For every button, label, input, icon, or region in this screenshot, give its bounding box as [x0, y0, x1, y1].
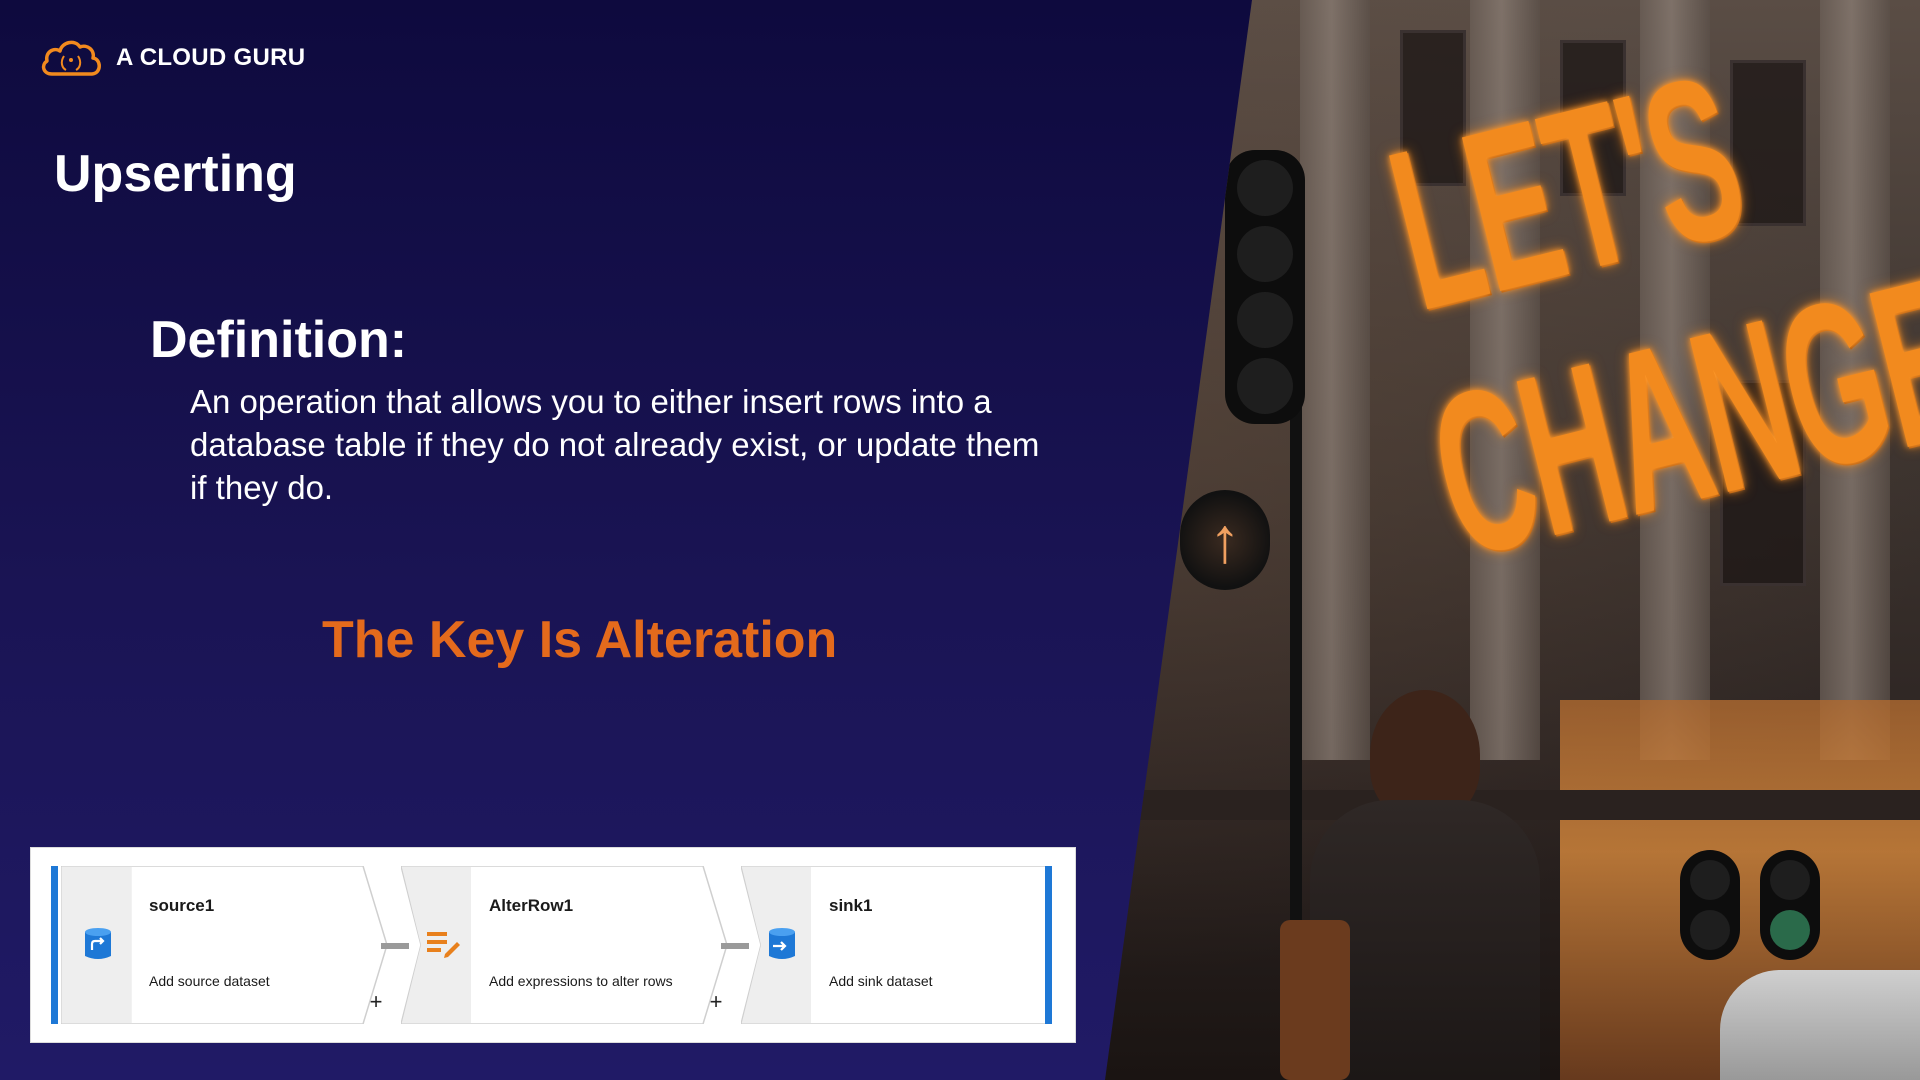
pipeline-right-edge [1045, 866, 1052, 1024]
definition-heading: Definition: [150, 311, 408, 369]
node-name: sink1 [829, 896, 873, 915]
node-name: source1 [149, 896, 215, 915]
slide: ↑ LET'S CHANGE A CLOUD GURU Upserting De… [0, 0, 1920, 1080]
pipeline-node-source[interactable]: source1 Add source dataset [61, 866, 391, 1024]
key-line: The Key Is Alteration [322, 611, 838, 669]
node-name: AlterRow1 [489, 896, 574, 915]
brand: A CLOUD GURU [38, 36, 305, 80]
node-description[interactable]: Add sink dataset [829, 973, 933, 989]
taxi [1720, 970, 1920, 1080]
data-flow-pipeline: source1 Add source dataset + AlterRow1 A… [30, 847, 1076, 1043]
traffic-light [1225, 150, 1305, 424]
pipeline-node-sink[interactable]: sink1 Add sink dataset [741, 866, 1051, 1024]
pipeline-node-alterrow[interactable]: AlterRow1 Add expressions to alter rows [401, 866, 731, 1024]
brand-name: A CLOUD GURU [116, 44, 306, 71]
slide-title: Upserting [54, 145, 297, 203]
definition-body: An operation that allows you to either i… [190, 383, 1040, 506]
cloud-logo-icon [41, 40, 101, 76]
add-transform-button[interactable]: + [706, 991, 726, 1013]
neon-sign: LET'S CHANGE [1300, 0, 1920, 642]
person-figure [1280, 690, 1540, 1080]
sink-dataset-icon [769, 928, 795, 959]
add-transform-button[interactable]: + [366, 991, 386, 1013]
arrow-sign-icon: ↑ [1180, 490, 1270, 590]
alter-row-icon [427, 932, 460, 958]
node-description[interactable]: Add source dataset [149, 973, 270, 989]
node-description[interactable]: Add expressions to alter rows [489, 973, 673, 989]
pipeline-left-edge [51, 866, 58, 1024]
source-dataset-icon [85, 928, 111, 959]
